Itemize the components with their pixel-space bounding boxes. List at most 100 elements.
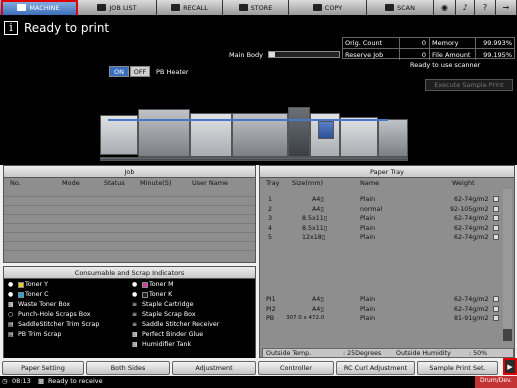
trim-icon: ▤: [8, 320, 14, 328]
main-body-progress: [268, 51, 340, 58]
rc-curl-adjustment-button[interactable]: RC Curl Adjustment: [336, 361, 415, 375]
clock-icon: ◷: [2, 377, 8, 385]
tray-columns: Tray Size(mm) Name Weight: [260, 178, 514, 188]
job-col-no: No.: [10, 179, 21, 187]
pb-trim-indicator: ▤ PB Trim Scrap: [8, 330, 62, 338]
footer-receive-status: Ready to receive: [48, 377, 103, 385]
punch-icon: ○: [8, 310, 14, 318]
logout-button[interactable]: ➞: [496, 0, 517, 15]
job-col-mode: Mode: [62, 179, 80, 187]
job-panel-title: Job: [4, 166, 255, 178]
controller-button[interactable]: Controller: [258, 361, 334, 375]
job-row[interactable]: [4, 206, 255, 215]
play-icon: ▶: [507, 362, 513, 371]
humidifier-tank-indicator: ▩ Humidifier Tank: [132, 340, 192, 348]
tray-level-icon: [493, 206, 499, 212]
tab-store[interactable]: STORE: [223, 0, 289, 15]
scan-icon: [385, 4, 394, 11]
trim-icon: ▤: [8, 330, 14, 338]
copy-icon: [312, 4, 322, 11]
tray-row-pi1[interactable]: PI1 A4▯ Plain 62-74g/m2: [262, 295, 502, 304]
both-sides-button[interactable]: Both Sides: [86, 361, 170, 375]
pb-heater-control: ON OFF PB Heater: [109, 66, 189, 77]
help-icon: ?: [482, 3, 488, 12]
tray-row-5[interactable]: 5 12x18▯ Plain 62-74g/m2: [262, 233, 502, 242]
footer-time: 08:13: [12, 377, 31, 385]
toner-icon: ●: [132, 290, 138, 298]
scanner-status: Ready to use scanner: [410, 61, 481, 69]
tray-level-icon: [493, 225, 499, 231]
tray-row-pb[interactable]: PB 307.0 x 472.0 Plain 81-91g/m2: [262, 314, 502, 323]
punch-hole-box-indicator: ○ Punch-Hole Scraps Box: [8, 310, 91, 318]
info-icon: i: [4, 21, 18, 35]
receive-icon: ▩: [38, 377, 45, 385]
logout-icon: ➞: [502, 3, 510, 12]
job-columns: No. Mode Status Minute(S) User Name: [4, 178, 255, 188]
toner-c-indicator: ● Toner C: [8, 290, 49, 298]
counter-panel: Orig. Count 0 Memory 99.993% Reserve Job…: [342, 37, 515, 60]
job-row[interactable]: [4, 242, 255, 251]
paper-setting-button[interactable]: Paper Setting: [2, 361, 84, 375]
glue-icon: ▩: [132, 330, 138, 338]
execute-sample-print-button[interactable]: Execute Sample Print: [425, 79, 513, 91]
tank-icon: ▩: [132, 340, 138, 348]
job-row[interactable]: [4, 215, 255, 224]
pb-heater-off-button[interactable]: OFF: [130, 66, 150, 77]
tab-recall[interactable]: RECALL: [157, 0, 223, 15]
outside-temp-value: : 25Degrees: [343, 350, 382, 357]
next-page-button[interactable]: ▶: [503, 358, 517, 375]
tray-col-weight: Weight: [452, 179, 475, 187]
tray-col-tray: Tray: [266, 179, 280, 187]
lower-area: Job No. Mode Status Minute(S) User Name …: [0, 165, 517, 388]
saddle-trim-indicator: ▤ SaddleStitcher Trim Scrap: [8, 320, 100, 328]
tray-row-4[interactable]: 4 8.5x11▯ Plain 62-74g/m2: [262, 224, 502, 233]
tab-job-list[interactable]: JOB LIST: [78, 0, 157, 15]
receiver-icon: ≡: [132, 320, 138, 328]
waste-box-icon: ▩: [8, 300, 14, 308]
job-row[interactable]: [4, 188, 255, 197]
toner-k-indicator: ● Toner K: [132, 290, 173, 298]
orig-count-value: 0: [400, 38, 430, 48]
pb-heater-label: PB Heater: [156, 67, 189, 76]
globe-button[interactable]: ◉: [434, 0, 456, 15]
machine-illustration: [100, 99, 420, 169]
tray-row-2[interactable]: 2 A4▯ normal 92-105g/m2: [262, 205, 502, 214]
bottom-button-bar: Paper Setting Both Sides Adjustment Cont…: [0, 361, 517, 375]
job-row[interactable]: [4, 197, 255, 206]
tray-row-pi2[interactable]: PI2 A4▯ Plain 62-74g/m2: [262, 305, 502, 314]
sample-print-set-button[interactable]: Sample Print Set.: [417, 361, 498, 375]
consumables-list: ● Toner Y ● Toner C ▩ Waste Toner Box ○ …: [4, 279, 255, 358]
adjustment-button[interactable]: Adjustment: [172, 361, 256, 375]
help-button[interactable]: ?: [475, 0, 496, 15]
outside-humidity-value: : 50%: [469, 350, 488, 357]
page-title: Ready to print: [24, 21, 110, 35]
tray-row-3[interactable]: 3 8.5x11▯ Plain 62-74g/m2: [262, 214, 502, 223]
volume-button[interactable]: ♪: [456, 0, 475, 15]
drum-dev-badge[interactable]: Drum/Dev.: [475, 376, 517, 388]
file-amount-label: File Amount: [430, 49, 476, 60]
job-row[interactable]: [4, 224, 255, 233]
volume-icon: ♪: [462, 3, 468, 12]
paper-tray-panel: Paper Tray Tray Size(mm) Name Weight 1 A…: [259, 165, 515, 358]
tray-row-1[interactable]: 1 A4▯ Plain 62-74g/m2: [262, 195, 502, 204]
toner-icon: ●: [8, 290, 14, 298]
tray-level-icon: [493, 296, 499, 302]
tab-scan[interactable]: SCAN: [367, 0, 434, 15]
tab-copy[interactable]: COPY: [289, 0, 367, 15]
job-list-icon: [97, 4, 107, 11]
status-footer: ◷ 08:13 ▩ Ready to receive Drum/Dev.: [0, 376, 517, 388]
environment-readout: Outside Temp. : 25Degrees Outside Humidi…: [262, 348, 514, 358]
recall-icon: [171, 4, 181, 11]
job-col-user: User Name: [192, 179, 229, 187]
staple-scrap-indicator: ≡ Staple Scrap Box: [132, 310, 196, 318]
tab-job-list-label: JOB LIST: [109, 3, 137, 12]
paper-tray-title: Paper Tray: [260, 166, 514, 178]
job-col-minute: Minute(S): [140, 179, 172, 187]
job-row[interactable]: [4, 233, 255, 242]
orig-count-label: Orig. Count: [343, 38, 400, 48]
toner-icon: ●: [132, 280, 138, 288]
tray-scrollbar[interactable]: [503, 189, 512, 341]
outside-temp-label: Outside Temp.: [266, 350, 312, 357]
tab-scan-label: SCAN: [397, 3, 415, 12]
pb-heater-on-button[interactable]: ON: [109, 66, 129, 77]
